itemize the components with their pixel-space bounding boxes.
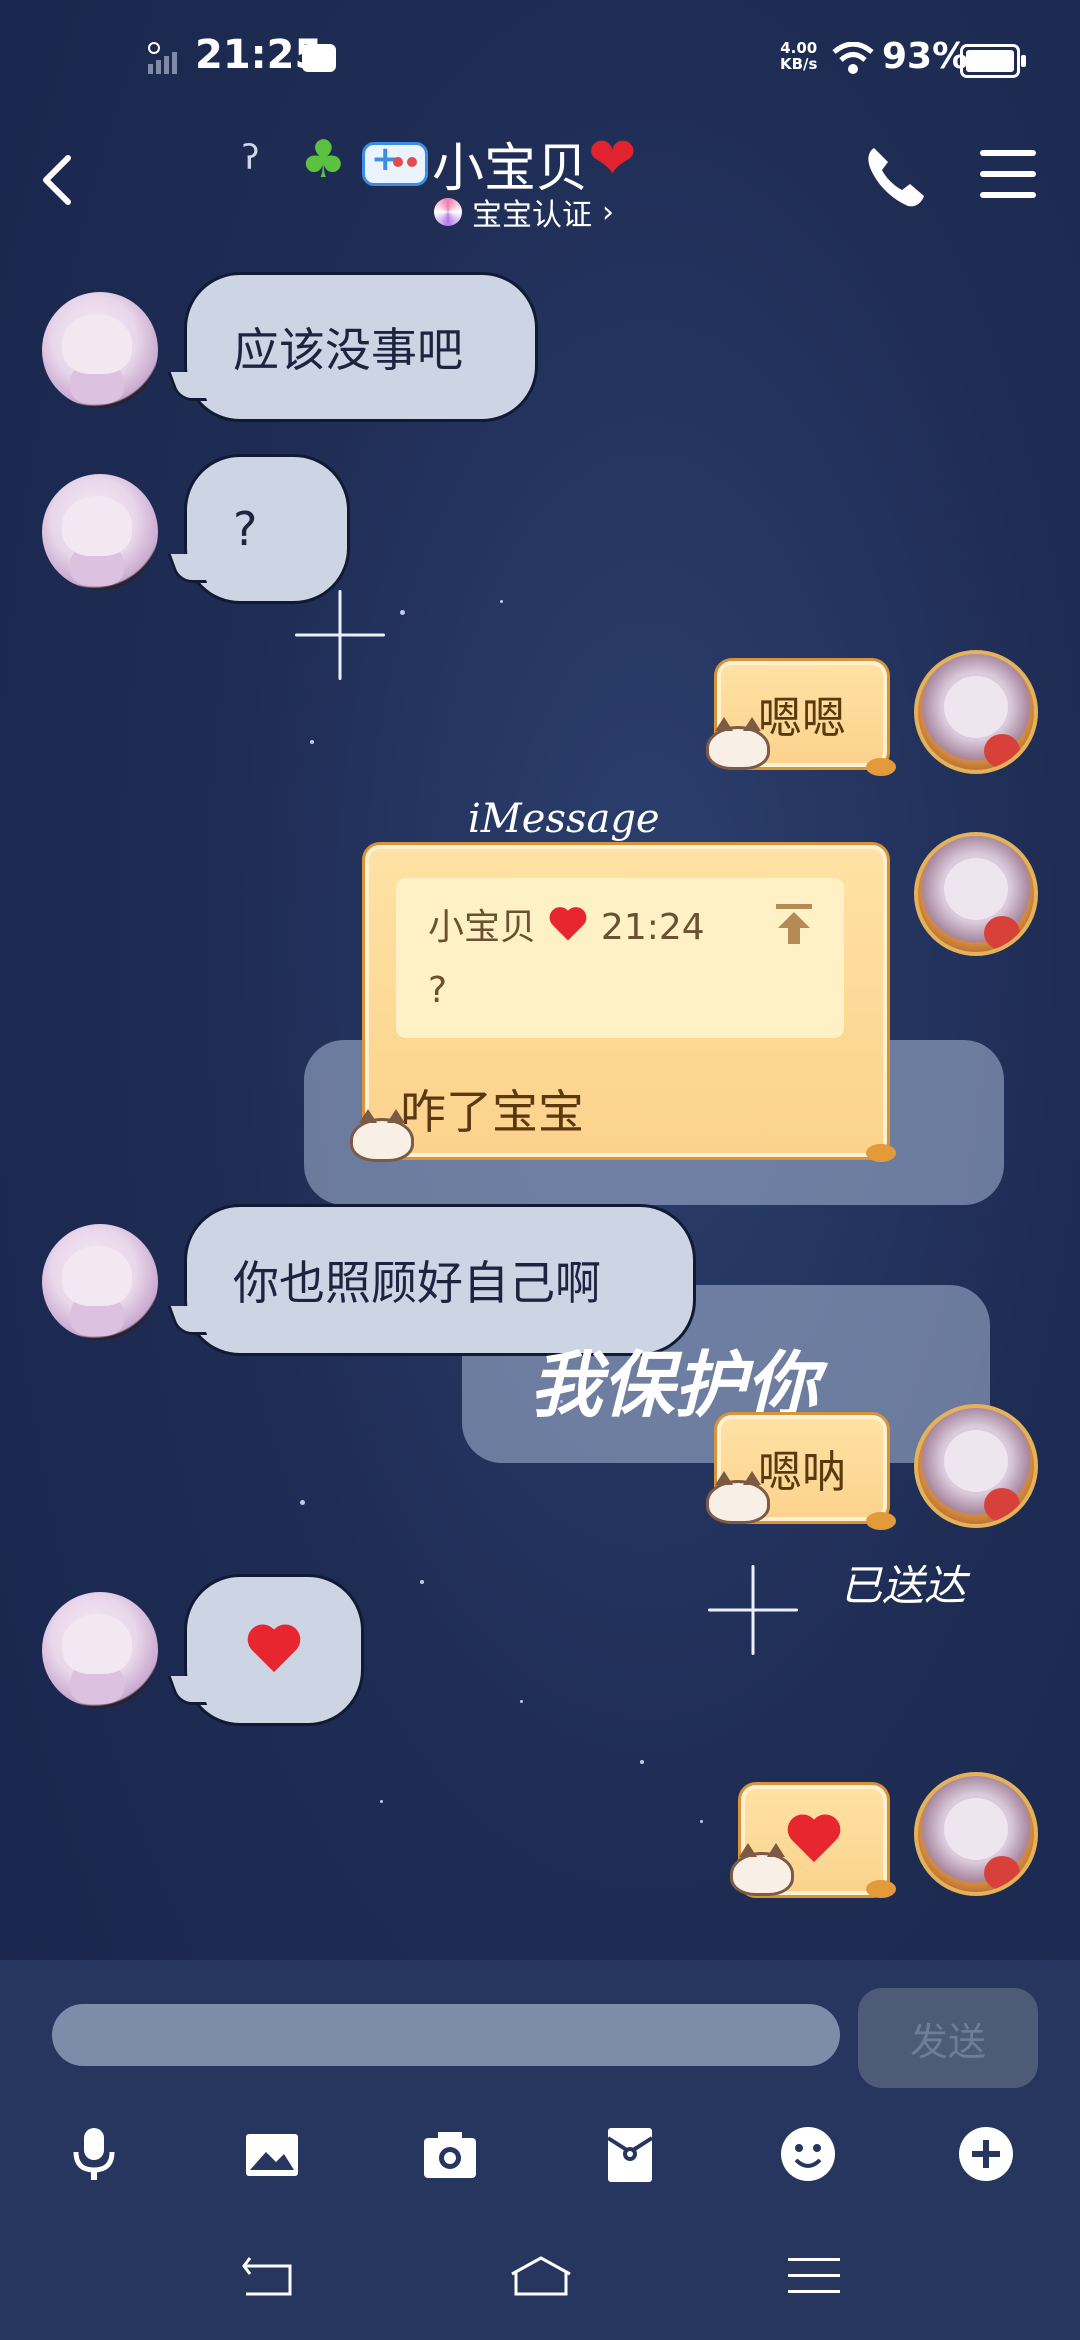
bell-decoration-icon	[866, 1144, 896, 1162]
more-menu-icon[interactable]	[980, 150, 1036, 198]
network-speed-unit: KB/s	[780, 55, 818, 73]
sparkle-star	[708, 1565, 798, 1655]
message-text: 嗯呐	[758, 1447, 846, 1498]
wifi-icon	[832, 42, 874, 74]
quoted-time: 21:24	[600, 907, 705, 948]
camera-icon[interactable]	[420, 2124, 480, 2184]
message-bubble-received[interactable]: 应该没事吧	[184, 272, 538, 422]
sparkle-star	[295, 590, 385, 680]
message-text: 你也照顾好自己啊	[233, 1256, 601, 1310]
quoted-message[interactable]: 小宝贝 21:24 ?	[396, 878, 844, 1038]
bell-decoration-icon	[866, 758, 896, 776]
nav-back-icon[interactable]	[240, 2254, 300, 2298]
verification-label: 宝宝认证	[472, 198, 592, 233]
cat-sticker-icon	[706, 1471, 770, 1524]
send-button[interactable]: 发送	[858, 1988, 1038, 2088]
bell-decoration-icon	[866, 1512, 896, 1530]
star	[520, 1700, 523, 1703]
my-avatar[interactable]	[914, 1404, 1038, 1528]
message-text: 嗯嗯	[758, 693, 846, 744]
quoted-sender: 小宝贝	[428, 907, 537, 948]
heart-icon	[550, 908, 588, 942]
chat-toolbar	[0, 2100, 1080, 2210]
notification-icon	[302, 44, 336, 72]
nav-home-icon[interactable]	[508, 2254, 574, 2298]
jump-to-top-icon[interactable]	[774, 902, 814, 946]
gamepad-icon	[362, 139, 428, 186]
input-bar: 发送	[0, 1960, 1080, 2100]
contact-avatar[interactable]	[42, 474, 158, 590]
cat-sticker-icon	[730, 1843, 794, 1896]
star	[400, 610, 405, 615]
ear-icon: ʔ	[242, 138, 260, 178]
red-packet-icon[interactable]	[600, 2124, 660, 2184]
heart-icon: ❤	[588, 124, 637, 192]
emoji-icon[interactable]	[778, 2124, 838, 2184]
message-text: 应该没事吧	[233, 323, 463, 377]
quoted-text: ?	[428, 970, 448, 1011]
star	[500, 600, 503, 603]
message-input[interactable]	[52, 2004, 840, 2066]
back-arrow-icon[interactable]	[32, 150, 92, 210]
network-speed-value: 4.00	[780, 39, 818, 57]
network-speed: 4.00 KB/s	[780, 40, 817, 72]
my-avatar[interactable]	[914, 650, 1038, 774]
message-bubble-received[interactable]: ?	[184, 454, 350, 604]
star	[700, 1820, 703, 1823]
nav-menu-icon[interactable]	[784, 2254, 844, 2298]
contact-avatar[interactable]	[42, 292, 158, 408]
signal-icon	[148, 42, 177, 74]
battery-percent: 93%	[882, 36, 969, 77]
star	[380, 1800, 383, 1803]
system-nav-bar	[0, 2210, 1080, 2340]
star	[310, 740, 314, 744]
chevron-right-icon: ›	[602, 194, 614, 230]
heart-emoji-icon	[247, 1626, 301, 1674]
star	[420, 1580, 424, 1584]
my-avatar[interactable]	[914, 1772, 1038, 1896]
clover-icon: ♣	[300, 130, 347, 190]
verification-badge[interactable]: 宝宝认证 ›	[434, 190, 614, 234]
bell-decoration-icon	[866, 1880, 896, 1898]
wallpaper-text: iMessage	[468, 796, 660, 842]
cat-sticker-icon	[706, 717, 770, 770]
contact-avatar[interactable]	[42, 1224, 158, 1340]
message-bubble-received[interactable]	[184, 1574, 364, 1726]
battery-icon	[960, 44, 1026, 78]
star	[300, 1500, 305, 1505]
heart-emoji-icon	[787, 1816, 841, 1864]
plus-icon[interactable]	[956, 2124, 1016, 2184]
message-text: ?	[233, 502, 258, 556]
quoted-header: 小宝贝 21:24	[428, 898, 705, 950]
star	[640, 1760, 644, 1764]
chat-header: ʔ ♣ 小宝贝 ❤ 宝宝认证 ›	[0, 120, 1080, 250]
chat-screen: 21:25 4.00 KB/s 93% ʔ ♣ 小宝贝 ❤ 宝宝认证 ›	[0, 0, 1080, 2340]
message-text: 咋了宝宝	[400, 1085, 584, 1139]
my-avatar[interactable]	[914, 832, 1038, 956]
image-icon[interactable]	[242, 2124, 302, 2184]
mic-icon[interactable]	[64, 2124, 124, 2184]
delivered-status: 已送达	[840, 1561, 967, 1610]
cat-sticker-icon	[350, 1109, 414, 1162]
contact-avatar[interactable]	[42, 1592, 158, 1708]
phone-call-icon[interactable]	[860, 142, 930, 212]
lollipop-icon	[434, 198, 462, 226]
status-bar: 21:25 4.00 KB/s 93%	[0, 0, 1080, 120]
